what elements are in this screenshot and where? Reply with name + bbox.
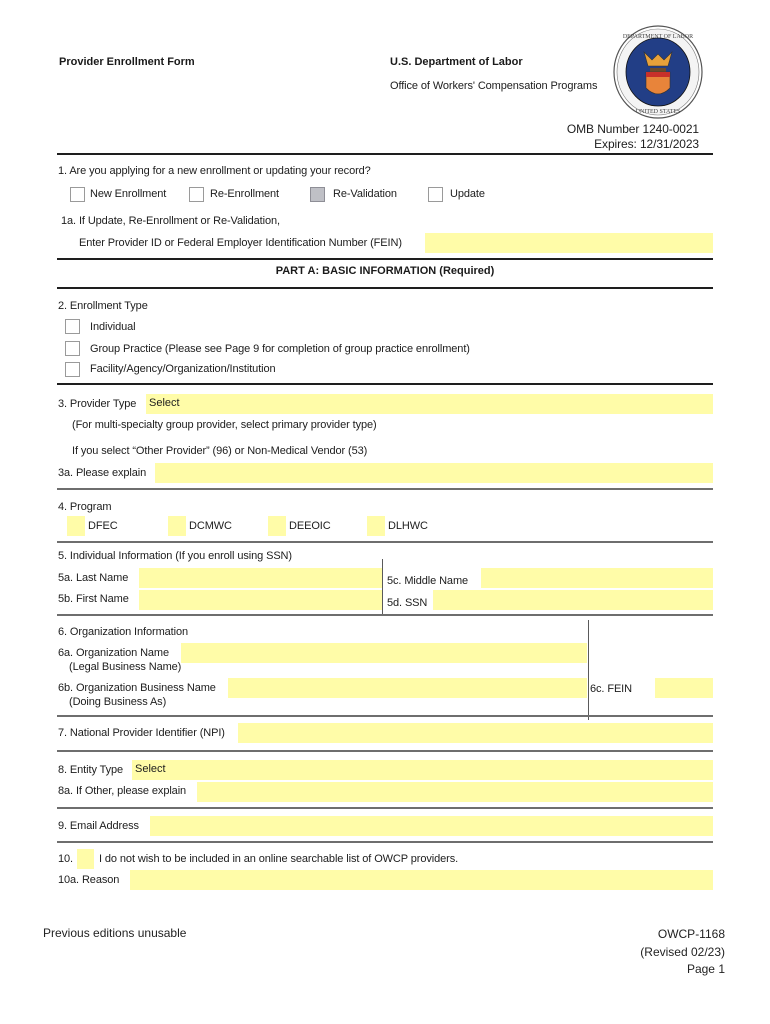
fein-label: 6c. FEIN	[590, 683, 632, 695]
last-name-label: 5a. Last Name	[58, 572, 129, 584]
update-checkbox[interactable]	[428, 187, 443, 202]
office-name: Office of Workers' Compensation Programs	[390, 80, 598, 92]
opt-out-label: I do not wish to be included in an onlin…	[99, 853, 459, 865]
ssn-input[interactable]	[433, 590, 713, 610]
deeoic-label: DEEOIC	[289, 520, 331, 532]
section-divider-5	[57, 614, 713, 616]
org-name-sublabel: (Legal Business Name)	[69, 661, 182, 673]
form-number: OWCP-1168	[657, 927, 725, 941]
q6-label: 6. Organization Information	[58, 626, 188, 638]
update-label: Update	[450, 188, 485, 200]
new-enrollment-checkbox[interactable]	[70, 187, 85, 202]
middle-name-input[interactable]	[481, 568, 713, 588]
department-of-labor-seal-icon: DEPARTMENT OF LABOR UNITED STATES	[612, 24, 704, 120]
email-input[interactable]	[150, 816, 713, 836]
q3-label: 3. Provider Type	[58, 398, 137, 410]
q5-label: 5. Individual Information (If you enroll…	[58, 550, 292, 562]
business-name-label: 6b. Organization Business Name	[58, 682, 216, 694]
last-name-input[interactable]	[139, 568, 382, 588]
provider-type-select[interactable]: Select	[146, 394, 713, 414]
q1a-fein-label: Enter Provider ID or Federal Employer Id…	[79, 237, 402, 249]
dfec-label: DFEC	[88, 520, 118, 532]
re-enrollment-label: Re-Enrollment	[210, 188, 280, 200]
svg-text:DEPARTMENT OF LABOR: DEPARTMENT OF LABOR	[623, 34, 693, 40]
form-title: Provider Enrollment Form	[59, 56, 195, 68]
section-divider-8	[57, 807, 713, 809]
org-name-label: 6a. Organization Name	[58, 647, 170, 659]
section-divider-4	[57, 541, 713, 543]
new-enrollment-label: New Enrollment	[90, 188, 167, 200]
facility-checkbox[interactable]	[65, 362, 80, 377]
group-practice-checkbox[interactable]	[65, 341, 80, 356]
part-a-bottom-divider	[57, 287, 713, 289]
svg-text:UNITED STATES: UNITED STATES	[636, 109, 681, 115]
expiration-date: Expires: 12/31/2023	[594, 137, 699, 151]
ssn-label: 5d. SSN	[387, 597, 428, 609]
dlhwc-label: DLHWC	[388, 520, 428, 532]
re-enrollment-checkbox[interactable]	[189, 187, 204, 202]
page-number: Page 1	[686, 962, 725, 976]
entity-type-select[interactable]: Select	[132, 760, 713, 780]
section-divider-3	[57, 488, 713, 490]
q3a-label: 3a. Please explain	[58, 467, 147, 479]
npi-input[interactable]	[238, 723, 713, 743]
dlhwc-checkbox[interactable]	[367, 516, 385, 536]
opt-out-checkbox[interactable]	[77, 849, 94, 869]
opt-out-reason-label: 10a. Reason	[58, 874, 120, 886]
section-divider-2	[57, 383, 713, 385]
footer-editions-note: Previous editions unusable	[43, 926, 187, 940]
opt-out-reason-input[interactable]	[130, 870, 713, 890]
deeoic-checkbox[interactable]	[268, 516, 286, 536]
header-divider	[57, 153, 713, 155]
provider-id-fein-input[interactable]	[425, 233, 713, 253]
email-label: 9. Email Address	[58, 820, 139, 832]
individual-label: Individual	[90, 321, 136, 333]
part-a-top-divider	[57, 258, 713, 260]
entity-type-label: 8. Entity Type	[58, 764, 124, 776]
q10-number: 10.	[58, 853, 73, 865]
npi-label: 7. National Provider Identifier (NPI)	[58, 727, 225, 739]
revised-date: (Revised 02/23)	[640, 945, 725, 959]
group-practice-label: Group Practice (Please see Page 9 for co…	[90, 343, 470, 355]
individual-checkbox[interactable]	[65, 319, 80, 334]
q5-column-divider	[382, 559, 383, 614]
entity-other-label: 8a. If Other, please explain	[58, 785, 187, 797]
dcmwc-checkbox[interactable]	[168, 516, 186, 536]
agency-name: U.S. Department of Labor	[390, 56, 523, 68]
middle-name-label: 5c. Middle Name	[387, 575, 469, 587]
q4-label: 4. Program	[58, 501, 112, 513]
q6-column-divider	[588, 620, 589, 720]
provider-type-explain-input[interactable]	[155, 463, 713, 483]
section-divider-7	[57, 750, 713, 752]
facility-label: Facility/Agency/Organization/Institution	[90, 363, 276, 375]
re-validation-label: Re-Validation	[333, 188, 397, 200]
dfec-checkbox[interactable]	[67, 516, 85, 536]
business-name-input[interactable]	[228, 678, 587, 698]
q3-note-other-provider: If you select “Other Provider” (96) or N…	[72, 445, 368, 457]
dcmwc-label: DCMWC	[189, 520, 232, 532]
re-validation-checkbox[interactable]	[310, 187, 325, 202]
organization-name-input[interactable]	[181, 643, 587, 663]
entity-other-explain-input[interactable]	[197, 782, 713, 802]
first-name-input[interactable]	[139, 590, 382, 610]
part-a-title: PART A: BASIC INFORMATION (Required)	[275, 265, 495, 277]
fein-input[interactable]	[655, 678, 713, 698]
q1a-label: 1a. If Update, Re-Enrollment or Re-Valid…	[61, 215, 280, 227]
business-name-sublabel: (Doing Business As)	[69, 696, 167, 708]
section-divider-6	[57, 715, 713, 717]
q1-label: 1. Are you applying for a new enrollment…	[58, 165, 371, 177]
q3-note-multispecialty: (For multi-specialty group provider, sel…	[72, 419, 377, 431]
section-divider-9	[57, 841, 713, 843]
q2-label: 2. Enrollment Type	[58, 300, 148, 312]
omb-number: OMB Number 1240-0021	[566, 122, 699, 136]
first-name-label: 5b. First Name	[58, 593, 129, 605]
